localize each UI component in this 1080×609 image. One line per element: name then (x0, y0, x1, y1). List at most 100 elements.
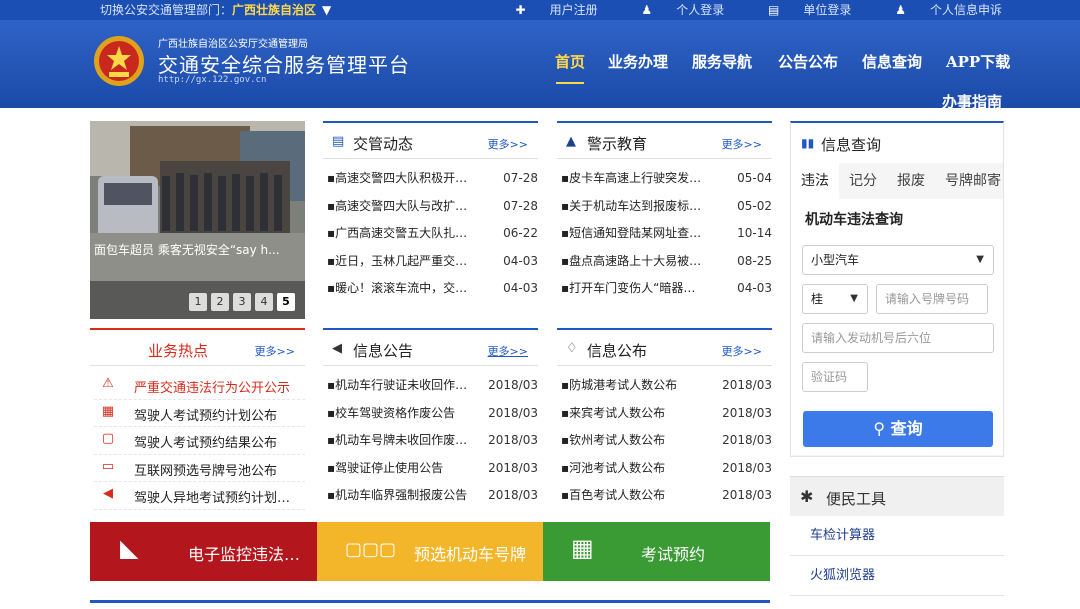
nav-info-query[interactable]: 信息查询 (862, 51, 922, 72)
banner-violations[interactable]: ◣ 电子监控违法… (90, 522, 317, 581)
brand-title[interactable]: 交通安全综合服务管理平台 (158, 49, 410, 78)
plate-number-input[interactable]: 请输入号牌号码 (876, 284, 988, 314)
slide-page-button-active[interactable]: 5 (277, 293, 295, 311)
info-publish-panel: ♢ 信息公布 更多>> ▪防城港考试人数公布 2018/03 ▪来宾考试人数公布 2… (557, 328, 772, 512)
megaphone-icon: ◀ (103, 486, 113, 501)
list-item[interactable]: ▪高速交警四大队与改扩… 07-28 (327, 193, 538, 221)
banner-plate-selection[interactable]: ▢▢▢ 预选机动车号牌 (317, 522, 543, 581)
convenience-tools: ✱ 便民工具 车检计算器 火狐浏览器 (790, 476, 1004, 609)
nav-active-indicator (556, 82, 584, 84)
vehicle-type-select[interactable]: 小型汽车 ▼ (802, 245, 994, 275)
caret-down-icon[interactable]: ▼ (322, 3, 331, 17)
more-link[interactable]: 更多>> (488, 136, 528, 152)
calendar-icon: ▦ (571, 534, 594, 562)
list-item[interactable]: ▪百色考试人数公布 2018/03 (561, 482, 772, 510)
asterisk-icon: ✱ (800, 487, 814, 506)
list-item[interactable]: ▪盘点高速路上十大易被… 08-25 (561, 248, 772, 276)
list-item[interactable]: ▪河池考试人数公布 2018/03 (561, 455, 772, 483)
traffic-news-panel: ▤ 交管动态 更多>> ▪高速交警四大队积极开… 07-28 ▪高速交警四大队与改… (323, 121, 538, 311)
hot-item[interactable]: ⚠ 严重交通违法行为公开公示 (94, 372, 305, 400)
register-link[interactable]: ✚ 用户注册 (496, 3, 598, 17)
more-link[interactable]: 更多>> (722, 343, 762, 359)
panel-title: 便民工具 (826, 490, 887, 508)
list-item[interactable]: ▪防城港考试人数公布 2018/03 (561, 372, 772, 400)
tab-scrap[interactable]: 报废 (887, 163, 935, 199)
list-item[interactable]: ▪驾驶证停止使用公告 2018/03 (327, 455, 538, 483)
tab-violation[interactable]: 违法 (791, 163, 839, 199)
engine-number-input[interactable]: 请输入发动机号后六位 (802, 323, 994, 353)
panel-title: 交管动态 (353, 135, 414, 153)
hot-item[interactable]: ▦ 驾驶人考试预约计划公布 (94, 400, 305, 427)
slide-caption[interactable]: 面包车超员 乘客无视安全“say h... (90, 241, 305, 281)
list-item[interactable]: ▪近日，玉林几起严重交… 04-03 (327, 248, 538, 276)
query-button[interactable]: ⚲ 查询 (803, 411, 993, 447)
chevron-down-icon: ▼ (976, 254, 984, 265)
warning-education-panel: ▲ 警示教育 更多>> ▪皮卡车高速上行驶突发… 05-04 ▪关于机动车达到报废… (557, 121, 772, 311)
nav-announcements[interactable]: 公告公布 (778, 51, 838, 72)
warning-sign-icon: ⚠ (102, 376, 114, 391)
list-item[interactable]: ▪皮卡车高速上行驶突发… 05-04 (561, 165, 772, 193)
list-item[interactable]: ▪机动车号牌未收回作废… 2018/03 (327, 427, 538, 455)
hot-item[interactable]: ▢ 驾驶人考试预约结果公布 (94, 427, 305, 455)
megaphone-icon: ◀ (332, 341, 342, 356)
nav-home[interactable]: 首页 (555, 51, 585, 72)
nav-service-guide[interactable]: 服务导航 (692, 51, 752, 72)
plate-number-icon: ▢▢▢ (345, 539, 397, 560)
list-item[interactable]: ▪机动车行驶证未收回作… 2018/03 (327, 372, 538, 400)
binoculars-icon: ▮▮ (801, 136, 815, 150)
slide-page-button[interactable]: 2 (211, 293, 229, 311)
bell-icon: ♢ (566, 341, 578, 356)
banner-exam-booking[interactable]: ▦ 考试预约 (543, 522, 770, 581)
brand-url: http://gx.122.gov.cn (158, 75, 267, 85)
hot-item[interactable]: ◀ 驾驶人异地考试预约计划… (94, 482, 305, 510)
panel-title: 警示教育 (587, 135, 648, 153)
list-item[interactable]: ▪广西高速交警五大队扎… 06-22 (327, 220, 538, 248)
slide-page-button[interactable]: 3 (233, 293, 251, 311)
nav-guide[interactable]: 办事指南 (942, 91, 1002, 112)
camera-icon: ◣ (120, 534, 139, 562)
user-icon: ♟ (641, 3, 653, 17)
slide-page-button[interactable]: 4 (255, 293, 273, 311)
more-link[interactable]: 更多>> (722, 136, 762, 152)
captcha-input[interactable]: 验证码 (802, 362, 868, 392)
list-item[interactable]: ▪机动车临界强制报废公告 2018/03 (327, 482, 538, 510)
panel-title: 信息公布 (587, 342, 648, 360)
police-emblem-icon[interactable] (92, 34, 146, 88)
warning-icon: ▲ (566, 134, 576, 149)
province-select[interactable]: 桂 ▼ (802, 284, 868, 314)
info-query-box: ▮▮ 信息查询 违法 记分 报废 号牌邮寄 机动车违法查询 小型汽车 ▼ 桂 ▼ 请… (790, 121, 1004, 457)
tab-plate-mail[interactable]: 号牌邮寄 (935, 163, 1011, 199)
department-region[interactable]: 广西壮族自治区 (232, 3, 316, 17)
slide-page-button[interactable]: 1 (189, 293, 207, 311)
nav-business[interactable]: 业务办理 (608, 51, 668, 72)
unit-login-link[interactable]: ▤ 单位登录 (748, 3, 851, 17)
more-link[interactable]: 更多>> (488, 343, 528, 359)
department-switch[interactable]: 切换公安交通管理部门：广西壮族自治区 ▼ (100, 1, 331, 19)
tool-item[interactable]: 车检计算器 (790, 516, 1004, 556)
list-item[interactable]: ▪短信通知登陆某网址查… 10-14 (561, 220, 772, 248)
more-link[interactable]: 更多>> (255, 343, 295, 359)
list-item[interactable]: ▪关于机动车达到报废标… 05-02 (561, 193, 772, 221)
personal-login-link[interactable]: ♟ 个人登录 (621, 3, 724, 17)
calendar-icon: ▦ (101, 403, 115, 419)
search-icon: ⚲ (873, 419, 891, 438)
panel-title: 信息查询 (821, 136, 882, 154)
building-icon: ▤ (768, 3, 780, 17)
tool-item[interactable]: 火狐浏览器 (790, 556, 1004, 596)
list-item[interactable]: ▪来宾考试人数公布 2018/03 (561, 400, 772, 428)
chat-icon: ▢ (101, 431, 115, 446)
list-item[interactable]: ▪校车驾驶资格作废公告 2018/03 (327, 400, 538, 428)
list-item[interactable]: ▪高速交警四大队积极开… 07-28 (327, 165, 538, 193)
news-slideshow[interactable]: 面包车超员 乘客无视安全“say h... 1 2 3 4 5 (90, 121, 305, 319)
list-item[interactable]: ▪钦州考试人数公布 2018/03 (561, 427, 772, 455)
list-item[interactable]: ▪暖心！滚滚车流中，交… 04-03 (327, 275, 538, 303)
business-hot-panel: 业务热点 更多>> ⚠ 严重交通违法行为公开公示 ▦ 驾驶人考试预约计划公布 ▢ 驾驶… (90, 328, 305, 512)
tab-points[interactable]: 记分 (839, 163, 887, 199)
slide-pager: 1 2 3 4 5 (185, 293, 295, 311)
hot-item[interactable]: ▭ 互联网预选号牌号池公布 (94, 455, 305, 482)
license-plate-icon: ▭ (101, 458, 115, 474)
user-icon: ♟ (895, 3, 906, 17)
appeal-link[interactable]: ♟ 个人信息申诉 (875, 3, 1002, 17)
list-item[interactable]: ▪打开车门变伤人“暗器… 04-03 (561, 275, 772, 303)
nav-app-download[interactable]: APP下载 (946, 51, 1010, 72)
